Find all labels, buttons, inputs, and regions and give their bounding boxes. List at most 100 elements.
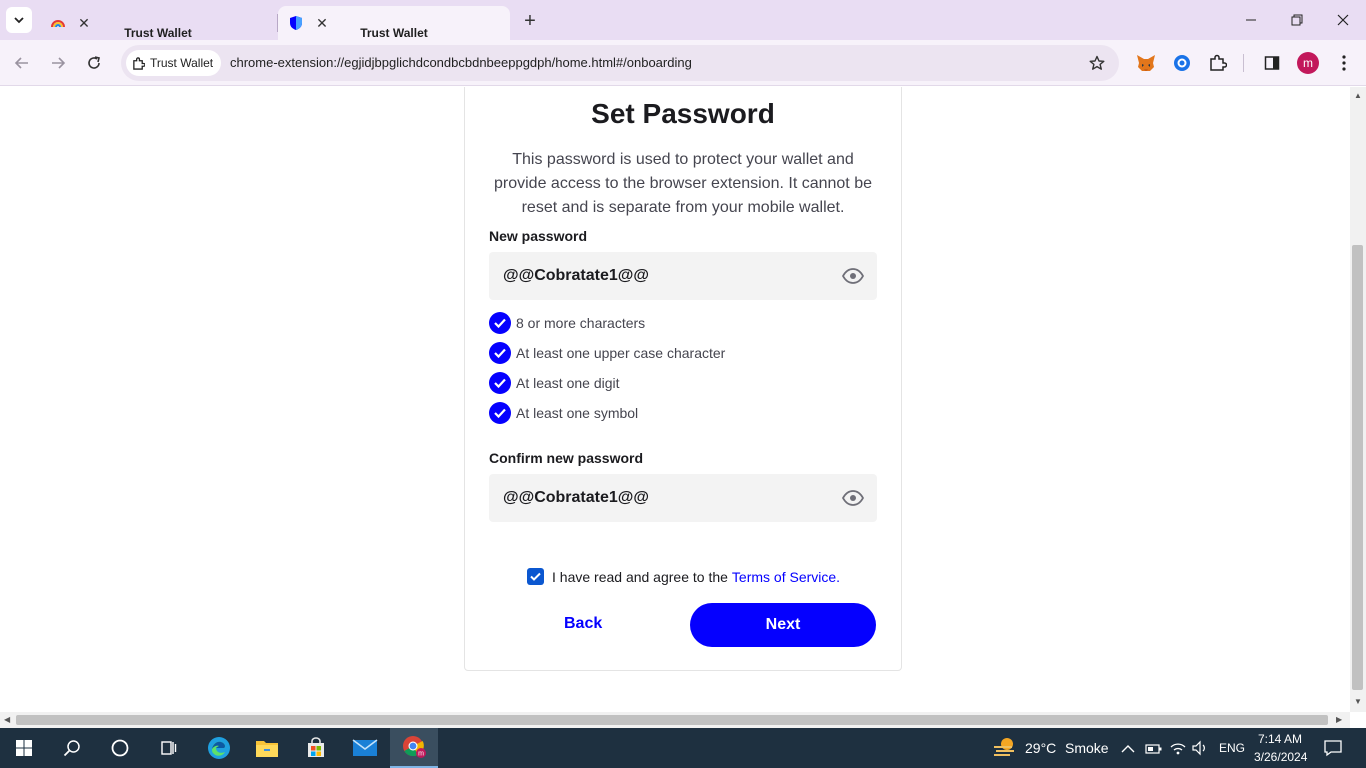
- check-circle-icon: [489, 342, 511, 364]
- clock-time[interactable]: 7:14 AM: [1258, 732, 1302, 746]
- weather-desc: Smoke: [1065, 740, 1109, 756]
- check-circle-icon: [489, 402, 511, 424]
- cortana-button[interactable]: [96, 728, 144, 768]
- rule-uppercase: At least one upper case character: [489, 342, 725, 364]
- chrome-icon: m: [403, 736, 426, 758]
- browser-toolbar: Trust Wallet chrome-extension://egjidjbp…: [0, 40, 1366, 86]
- next-button[interactable]: Next: [690, 603, 876, 647]
- tab-trust-wallet-2[interactable]: Trust Wallet ✕: [278, 6, 510, 40]
- new-tab-button[interactable]: +: [518, 9, 542, 33]
- folder-icon: [256, 741, 278, 757]
- extension-puzzle-icon: [133, 56, 145, 70]
- language-indicator[interactable]: ENG: [1219, 741, 1245, 755]
- profile-avatar[interactable]: m: [1297, 52, 1319, 74]
- tab-search-button[interactable]: [6, 7, 32, 33]
- rule-text: At least one symbol: [516, 405, 639, 421]
- ring-icon: [1174, 55, 1190, 71]
- rule-length: 8 or more characters: [489, 312, 645, 334]
- tab-title: Trust Wallet: [124, 26, 192, 40]
- rule-digit: At least one digit: [489, 372, 620, 394]
- terms-checkbox[interactable]: [527, 568, 544, 585]
- clock-date[interactable]: 3/26/2024: [1254, 750, 1307, 764]
- mail-app[interactable]: [341, 728, 389, 768]
- side-panel-button[interactable]: [1261, 52, 1283, 74]
- edge-icon: [208, 737, 230, 759]
- minimize-icon: [1246, 19, 1256, 21]
- close-icon: [1337, 14, 1349, 26]
- page-viewport: Set Password This password is used to pr…: [0, 87, 1350, 712]
- search-button[interactable]: [48, 728, 96, 768]
- file-explorer-app[interactable]: [243, 728, 291, 768]
- windows-taskbar: m 29°C Smoke ENG 7:14 AM 3/26/2024: [0, 728, 1366, 768]
- new-password-value[interactable]: @@Cobratate1@@: [503, 267, 649, 285]
- rule-text: At least one upper case character: [516, 345, 726, 361]
- chrome-app[interactable]: m: [390, 728, 438, 768]
- confirm-password-label: Confirm new password: [489, 450, 644, 466]
- puzzle-icon: [1210, 54, 1227, 71]
- bookmark-star-button[interactable]: [1087, 53, 1107, 73]
- volume-icon[interactable]: [1191, 740, 1209, 761]
- start-button[interactable]: [0, 728, 48, 768]
- back-nav-button[interactable]: [8, 49, 36, 77]
- scroll-left-icon[interactable]: ◀: [4, 715, 10, 724]
- terms-of-service-link[interactable]: Terms of Service.: [732, 569, 840, 585]
- wifi-icon[interactable]: [1169, 740, 1187, 761]
- horizontal-scroll-thumb[interactable]: [16, 715, 1328, 725]
- store-app[interactable]: [292, 728, 340, 768]
- scroll-right-icon[interactable]: ▶: [1336, 715, 1342, 724]
- scroll-up-icon[interactable]: ▲: [1354, 91, 1362, 100]
- notification-icon[interactable]: [1323, 739, 1343, 762]
- weather-widget[interactable]: [992, 736, 1018, 765]
- confirm-password-field[interactable]: @@Cobratate1@@: [489, 474, 877, 522]
- weather-temp: 29°C: [1025, 740, 1057, 756]
- confirm-password-value[interactable]: @@Cobratate1@@: [503, 489, 649, 507]
- page-title: Set Password: [591, 98, 775, 129]
- minimize-button[interactable]: [1228, 0, 1274, 40]
- tab-strip: Trust Wallet ✕ Trust Wallet ✕ +: [0, 0, 1366, 40]
- arrow-right-icon: [52, 57, 66, 69]
- terms-row[interactable]: I have read and agree to the Terms of Se…: [527, 568, 840, 585]
- tab-trust-wallet-1[interactable]: Trust Wallet ✕: [40, 6, 276, 40]
- menu-button[interactable]: [1333, 52, 1355, 74]
- new-password-field[interactable]: @@Cobratate1@@: [489, 252, 877, 300]
- close-window-button[interactable]: [1320, 0, 1366, 40]
- check-circle-icon: [489, 372, 511, 394]
- eye-icon[interactable]: [841, 266, 865, 286]
- kebab-menu-icon: [1342, 55, 1346, 71]
- arrow-left-icon: [14, 57, 28, 69]
- site-chip-label: Trust Wallet: [150, 56, 214, 70]
- restore-button[interactable]: [1274, 0, 1320, 40]
- horizontal-scrollbar[interactable]: ◀ ▶: [0, 712, 1350, 728]
- extension-circle-button[interactable]: [1171, 52, 1193, 74]
- vertical-scrollbar[interactable]: ▲ ▼: [1350, 87, 1366, 712]
- vertical-scroll-thumb[interactable]: [1352, 245, 1363, 690]
- new-password-label: New password: [489, 228, 588, 244]
- back-button[interactable]: Back: [564, 615, 602, 633]
- edge-app[interactable]: [195, 728, 243, 768]
- side-panel-icon: [1264, 56, 1280, 70]
- address-bar[interactable]: Trust Wallet chrome-extension://egjidjbp…: [121, 45, 1119, 81]
- terms-text: I have read and agree to the: [552, 568, 728, 585]
- extensions-button[interactable]: [1207, 52, 1229, 74]
- battery-icon[interactable]: [1145, 742, 1163, 760]
- task-view-button[interactable]: [144, 728, 192, 768]
- store-bag-icon: [308, 737, 324, 757]
- page-description: This password is used to protect your wa…: [494, 151, 872, 216]
- windows-logo-icon: [16, 740, 32, 756]
- metamask-extension-button[interactable]: [1135, 52, 1157, 74]
- site-info-chip[interactable]: Trust Wallet: [126, 50, 222, 76]
- rule-text: 8 or more characters: [516, 315, 646, 331]
- forward-nav-button[interactable]: [44, 49, 72, 77]
- toolbar-divider: [1243, 54, 1244, 72]
- scroll-down-icon[interactable]: ▼: [1354, 697, 1362, 706]
- eye-icon[interactable]: [841, 488, 865, 508]
- chevron-down-icon: [14, 17, 24, 24]
- tab-title: Trust Wallet: [360, 26, 428, 40]
- restore-icon: [1291, 14, 1303, 26]
- svg-text:m: m: [418, 751, 424, 758]
- chevron-up-icon[interactable]: [1121, 741, 1135, 759]
- star-icon: [1089, 55, 1105, 70]
- reload-button[interactable]: [80, 49, 108, 77]
- task-view-icon: [161, 741, 177, 755]
- url-text[interactable]: chrome-extension://egjidjbpglichdcondbcb…: [230, 55, 692, 70]
